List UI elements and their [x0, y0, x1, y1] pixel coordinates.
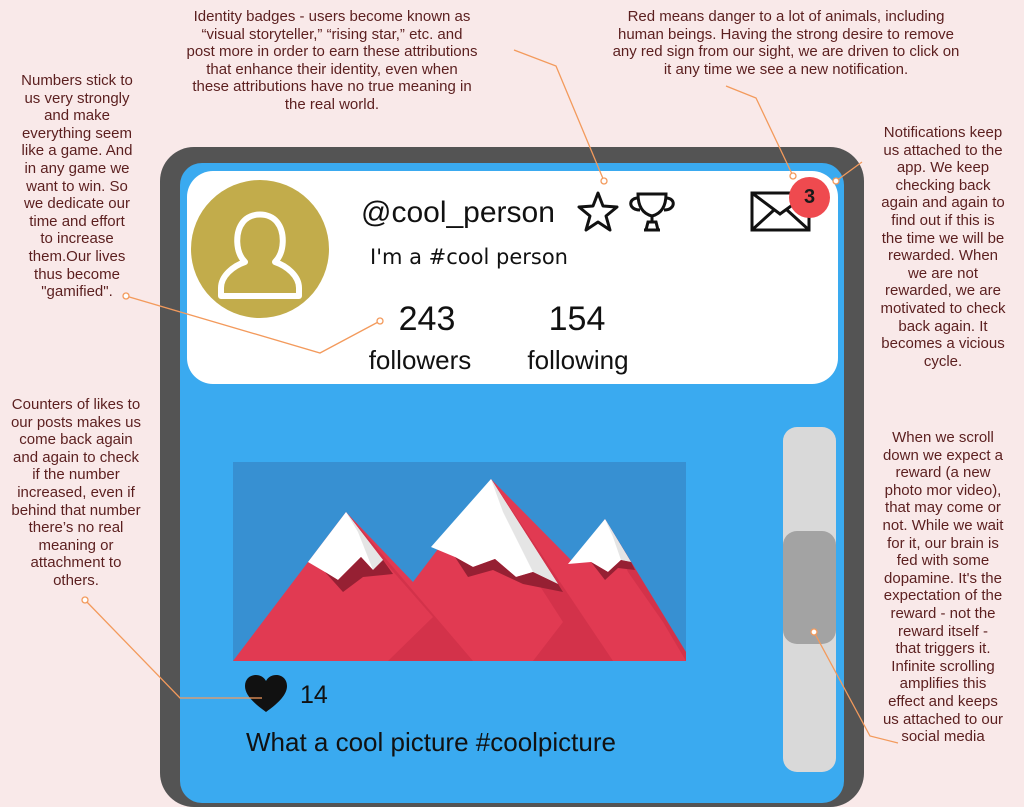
scrollbar-thumb[interactable]: [783, 531, 836, 644]
following-label[interactable]: following: [493, 345, 663, 376]
following-count[interactable]: 154: [507, 300, 647, 339]
annotation-numbers: Numbers stick to us very strongly and ma…: [21, 72, 133, 301]
annotation-likes-counter: Counters of likes to our posts makes us …: [10, 396, 142, 589]
leader-dot-likes: [81, 596, 89, 604]
like-count: 14: [300, 681, 328, 709]
annotation-red-color: Red means danger to a lot of animals, in…: [612, 8, 960, 78]
annotation-notifications: Notifications keep us attached to the ap…: [880, 124, 1006, 370]
post-caption: What a cool picture #coolpicture: [246, 727, 616, 757]
profile-bio: I'm a #cool person: [370, 245, 568, 269]
followers-count[interactable]: 243: [357, 300, 497, 339]
heart-icon[interactable]: [244, 674, 288, 714]
profile-username[interactable]: @cool_person: [361, 196, 555, 230]
annotation-infinite-scroll: When we scroll down we expect a reward (…: [882, 429, 1004, 746]
post-image-mountains[interactable]: [233, 462, 686, 661]
avatar-user-silhouette-icon[interactable]: [191, 180, 329, 318]
trophy-icon[interactable]: [626, 190, 678, 234]
star-icon[interactable]: [576, 190, 620, 234]
notification-badge[interactable]: 3: [789, 177, 830, 218]
annotation-identity-badges: Identity badges - users become known as …: [186, 8, 478, 113]
followers-label[interactable]: followers: [335, 345, 505, 376]
